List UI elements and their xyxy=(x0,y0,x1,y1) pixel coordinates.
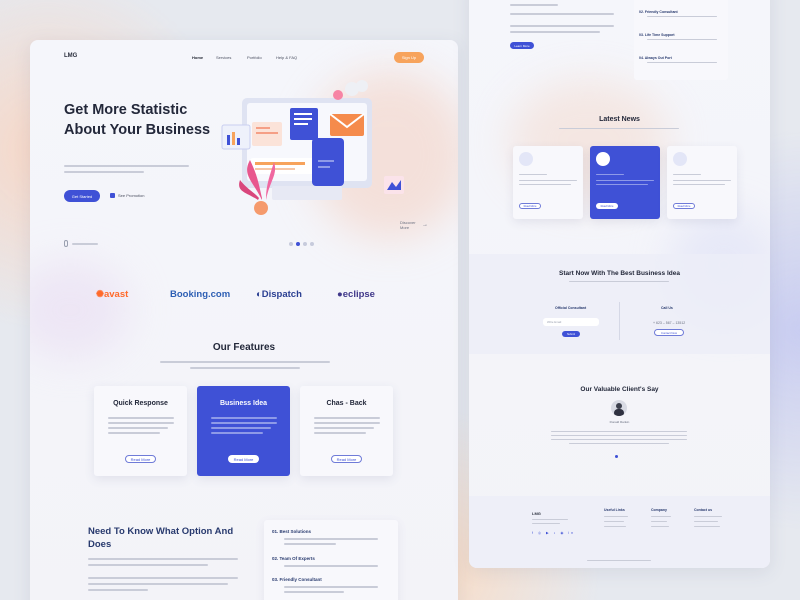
read-more-button[interactable]: Read More xyxy=(596,203,618,209)
get-started-button[interactable]: Get Started xyxy=(64,190,100,202)
play-icon xyxy=(110,193,115,199)
landing-page-main: LMG Home Services Portfolio Help & FAQ S… xyxy=(30,40,458,600)
carousel-dot-active[interactable] xyxy=(615,455,618,458)
divider xyxy=(619,302,620,340)
phone-number: + 623 – 567 – 13512 xyxy=(653,321,686,325)
need-to-know-text xyxy=(88,558,238,560)
mouse-scroll-icon xyxy=(64,240,68,247)
feature-card-chas-back: Chas - Back Read More xyxy=(300,386,393,476)
feature-card-title: Quick Response xyxy=(113,400,168,407)
read-more-button[interactable]: Read More xyxy=(673,203,695,209)
start-now-title: Start Now With The Best Business Idea xyxy=(559,270,680,277)
hero-title: Get More Statistic About Your Business xyxy=(64,102,211,138)
news-icon xyxy=(673,152,687,166)
brand-logo-avast: ✺avast xyxy=(96,289,128,300)
news-card-active: Read More xyxy=(590,146,660,219)
arrow-right-icon[interactable]: → xyxy=(422,222,428,228)
learn-more-button[interactable]: Learn More xyxy=(510,42,534,49)
scroll-hint xyxy=(72,243,98,245)
feature-card-title: Chas - Back xyxy=(326,400,367,407)
option-item: 02. Team Of Experts xyxy=(272,556,315,561)
social-icons[interactable]: f ◎ ▶ ♪ ◉ in xyxy=(532,531,575,535)
feature-card-quick-response: Quick Response Read More xyxy=(94,386,187,476)
client-name: Ronald Rankin xyxy=(609,420,630,424)
read-more-button[interactable]: Read More xyxy=(519,203,541,209)
testimonial-title: Our Valuable Client's Say xyxy=(580,386,659,393)
news-card: Read More xyxy=(513,146,583,219)
read-more-button[interactable]: Read More xyxy=(228,455,259,463)
carousel-dot[interactable] xyxy=(303,242,307,246)
brand-logo-dispatch: ◐Dispatch xyxy=(256,289,302,300)
scroll-discover-label[interactable]: Discover More xyxy=(400,220,420,230)
email-input[interactable]: Write Email xyxy=(543,318,599,326)
nav-link-help[interactable]: Help & FAQ xyxy=(276,55,297,60)
hero-illustration xyxy=(221,80,404,215)
footer-logo[interactable]: LMG xyxy=(532,511,541,516)
brand-name: eclipse xyxy=(342,289,375,300)
brand-logo-eclipse: ●eclipse xyxy=(337,289,375,300)
avast-icon: ✺ xyxy=(96,289,104,300)
footer-col-title: Contact us xyxy=(694,508,713,512)
footer-col-title: Useful Links xyxy=(604,508,625,512)
promotion-label: See Promotion xyxy=(118,193,145,198)
news-card: Read More xyxy=(667,146,737,219)
need-to-know-title: Need To Know What Option And Does xyxy=(88,526,234,550)
features-description xyxy=(190,367,300,369)
option-item: 02. Friendly Consultant xyxy=(639,10,678,14)
footer-col-title: Company xyxy=(651,508,667,512)
carousel-dot-active[interactable] xyxy=(296,242,300,246)
option-item: 03. Life Time Support xyxy=(639,33,675,37)
nav-link-services[interactable]: Services xyxy=(216,55,231,60)
options-list-card: 01. Best Solutions 02. Team Of Experts 0… xyxy=(264,520,398,600)
feature-card-title: Business Idea xyxy=(219,400,268,407)
news-icon xyxy=(519,152,533,166)
hero-description xyxy=(64,165,189,167)
features-description xyxy=(160,361,330,363)
feature-card-business-idea: Business Idea Read More xyxy=(197,386,290,476)
read-more-button[interactable]: Read More xyxy=(125,455,156,463)
brand-logo-booking: Booking.com xyxy=(170,289,231,300)
submit-button[interactable]: Submit xyxy=(562,331,580,337)
landing-page-secondary: Learn More 02. Friendly Consultant 03. L… xyxy=(469,0,770,568)
footer xyxy=(469,496,770,568)
contact-now-button[interactable]: Contact Now xyxy=(654,329,684,336)
avatar xyxy=(611,400,627,416)
features-title: Our Features xyxy=(212,342,276,353)
signup-button[interactable]: Sign Up xyxy=(394,52,424,63)
option-item: 04. Always Out Port xyxy=(639,56,672,60)
promotion-link[interactable]: See Promotion xyxy=(110,193,145,199)
brand-name: avast xyxy=(103,289,129,300)
site-logo[interactable]: LMG xyxy=(64,53,77,59)
hero-description xyxy=(64,171,144,173)
call-us-title: Call Us xyxy=(661,306,673,310)
options-list-card: 02. Friendly Consultant 03. Life Time Su… xyxy=(634,0,728,80)
option-item: 01. Best Solutions xyxy=(272,529,312,534)
carousel-dot[interactable] xyxy=(289,242,293,246)
latest-news-title: Latest News xyxy=(599,116,640,123)
option-item: 03. Friendly Consultant xyxy=(272,577,322,582)
nav-link-portfolio[interactable]: Portfolio xyxy=(247,55,262,60)
news-icon xyxy=(596,152,610,166)
read-more-button[interactable]: Read More xyxy=(331,455,362,463)
brand-name: Dispatch xyxy=(261,289,302,300)
carousel-dot[interactable] xyxy=(310,242,314,246)
nav-link-home[interactable]: Home xyxy=(192,55,203,60)
copyright-text xyxy=(587,560,651,562)
consultant-title: Official Consultant xyxy=(555,306,587,310)
